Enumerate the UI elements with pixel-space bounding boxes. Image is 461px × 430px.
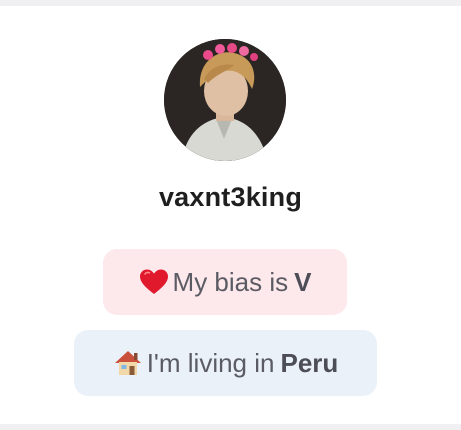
avatar-photo bbox=[164, 39, 286, 161]
bottom-divider bbox=[0, 424, 461, 430]
profile-card: vaxnt3king My bias is V I'm living in Pe… bbox=[0, 0, 461, 430]
location-chip[interactable]: I'm living in Peru bbox=[74, 330, 377, 396]
top-divider bbox=[0, 0, 461, 6]
location-label: I'm living in bbox=[146, 347, 275, 378]
avatar[interactable] bbox=[164, 39, 286, 161]
house-icon bbox=[113, 349, 143, 377]
location-value: Peru bbox=[280, 347, 339, 378]
heart-icon bbox=[139, 268, 169, 296]
bias-label: My bias is bbox=[172, 266, 289, 297]
username: vaxnt3king bbox=[158, 182, 303, 212]
bias-value: V bbox=[294, 266, 312, 297]
bias-chip[interactable]: My bias is V bbox=[103, 249, 347, 315]
